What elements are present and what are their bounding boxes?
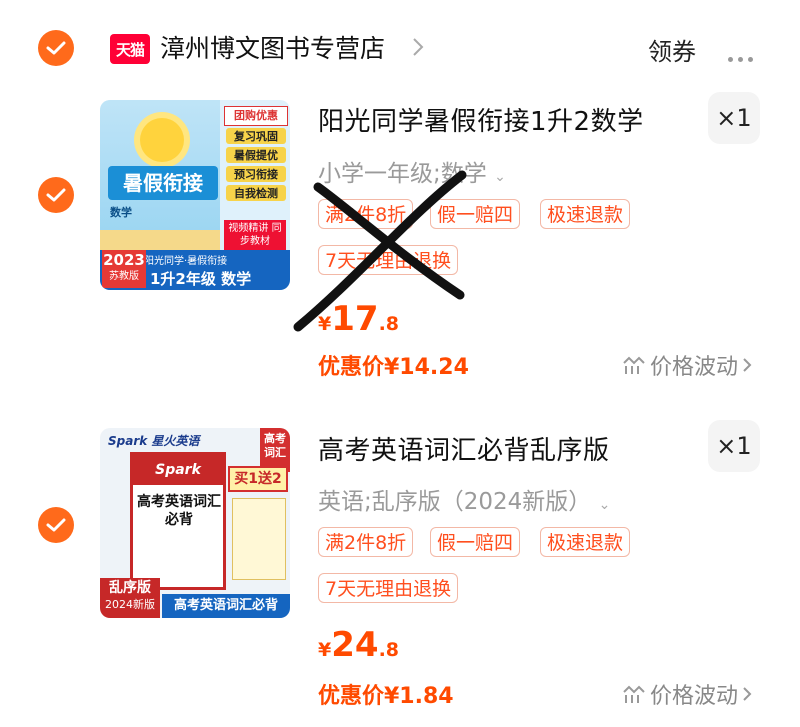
thumb-book-title: 高考英语词汇必背 <box>137 494 221 528</box>
price-trend-link[interactable]: 价格波动 <box>622 349 752 381</box>
product-title[interactable]: 阳光同学暑假衔接1升2数学 <box>318 101 644 138</box>
product-thumbnail[interactable]: Spark 星火英语 高考词汇 Spark 高考英语词汇必背 买1送2 乱序版 … <box>100 428 290 618</box>
price-trend-label: 价格波动 <box>650 684 739 709</box>
price-integer: 24 <box>331 625 379 665</box>
chevron-down-icon: ⌄ <box>598 497 611 513</box>
price: ¥24.8 <box>318 625 399 665</box>
checkmark-icon <box>46 188 66 202</box>
chevron-right-icon <box>743 358 752 372</box>
thumb-series: 阳光同学·暑假衔接 <box>144 256 228 267</box>
thumb-footer: 高考英语词汇必背 <box>162 594 290 618</box>
cover-title: 暑假衔接 <box>108 166 218 200</box>
thumb-edition-badge: 乱序版 2024新版 <box>100 578 160 618</box>
promo-tag: 满2件8折 <box>318 527 414 557</box>
thumb-year-badge: 2023 苏教版 <box>102 250 146 288</box>
thumb-grade: 1升2年级 数学 <box>150 270 252 288</box>
service-tag: 极速退款 <box>540 199 631 229</box>
thumb-menu-item: 暑假提优 <box>226 147 286 163</box>
thumb-badge: 视频精讲 同步教材 <box>224 220 286 250</box>
store-header: 天猫 漳州博文图书专营店 领券 <box>0 0 800 96</box>
price-chart-icon <box>623 356 645 374</box>
item-select-checkbox[interactable] <box>38 507 74 543</box>
sku-label: 英语;乱序版（2024新版） <box>318 489 592 515</box>
service-tag: 7天无理由退换 <box>318 573 459 603</box>
thumb-menu-item: 自我检测 <box>226 185 286 201</box>
checkmark-icon <box>46 41 66 55</box>
price-decimal: .8 <box>378 639 400 661</box>
thumb-year: 2023 <box>103 251 145 269</box>
chevron-down-icon: ⌄ <box>494 169 506 185</box>
discount-price: 优惠价¥1.84 <box>318 684 454 709</box>
thumb-brand: Spark 星火英语 <box>108 434 200 448</box>
thumb-edition: 苏教版 <box>109 271 139 282</box>
price-currency: ¥ <box>318 639 332 661</box>
thumb-menu: 复习巩固 暑假提优 预习衔接 自我检测 <box>226 128 286 201</box>
product-title[interactable]: 高考英语词汇必背乱序版 <box>318 430 610 467</box>
cover-subject: 数学 <box>110 206 132 219</box>
thumb-promo: 买1送2 <box>228 466 288 492</box>
coupon-button[interactable]: 领券 <box>648 32 696 67</box>
item-select-checkbox[interactable] <box>38 177 74 213</box>
service-tag: 假一赔四 <box>430 527 521 557</box>
discount-price: 优惠价¥14.24 <box>318 355 469 380</box>
checkmark-icon <box>46 518 66 532</box>
thumb-year: 2024新版 <box>105 598 155 611</box>
thumb-menu-item: 复习巩固 <box>226 128 286 144</box>
thumb-banner: 团购优惠 <box>224 106 288 126</box>
chevron-right-icon <box>743 687 752 701</box>
price-trend-label: 价格波动 <box>650 355 739 380</box>
tmall-logo: 天猫 <box>110 34 150 64</box>
sun-illustration <box>140 118 184 162</box>
chevron-right-icon[interactable] <box>412 37 424 57</box>
product-thumbnail[interactable]: 暑假衔接 数学 团购优惠 复习巩固 暑假提优 预习衔接 自我检测 视频精讲 同步… <box>100 100 290 290</box>
service-tag: 极速退款 <box>540 527 631 557</box>
price-chart-icon <box>623 685 645 703</box>
more-dots-icon[interactable] <box>728 47 758 66</box>
quantity-selector[interactable]: ×1 <box>708 92 760 144</box>
quantity-selector[interactable]: ×1 <box>708 420 760 472</box>
price-trend-link[interactable]: 价格波动 <box>622 678 752 710</box>
thumb-book-cover: Spark 高考英语词汇必背 <box>130 452 226 590</box>
store-name-link[interactable]: 漳州博文图书专营店 <box>160 29 385 65</box>
thumb-menu-item: 预习衔接 <box>226 166 286 182</box>
thumb-edition: 乱序版 <box>109 580 151 596</box>
store-select-checkbox[interactable] <box>38 30 74 66</box>
strike-x-mark <box>293 170 467 332</box>
sku-selector[interactable]: 英语;乱序版（2024新版） ⌄ <box>318 482 610 516</box>
